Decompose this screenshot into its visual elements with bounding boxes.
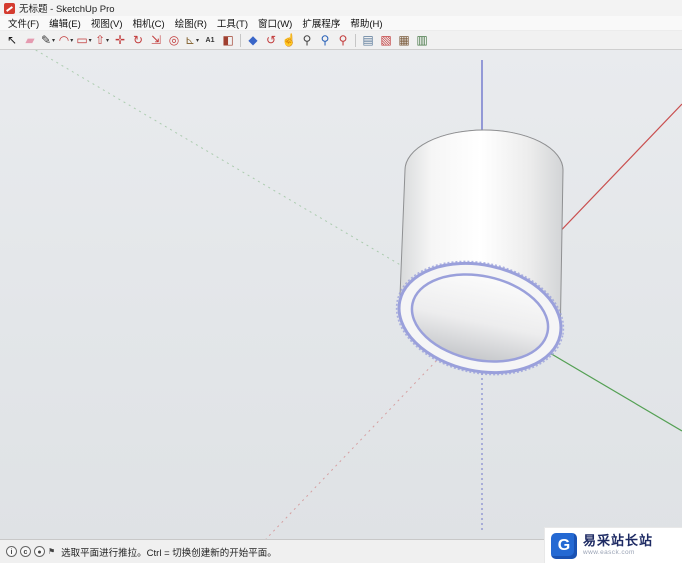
title-bar[interactable]: 无标题 - SketchUp Pro bbox=[0, 0, 682, 16]
dropdown-arrow-icon[interactable]: ▾ bbox=[89, 37, 92, 44]
move-tool[interactable]: ✛ bbox=[111, 32, 129, 49]
styles-tool[interactable]: ▥ bbox=[413, 32, 431, 49]
zoom-window-icon: ⚲ bbox=[320, 33, 330, 47]
menu-item-4[interactable]: 相机(C) bbox=[127, 15, 169, 31]
menu-item-6[interactable]: 工具(T) bbox=[212, 15, 253, 31]
paint-bucket-tool[interactable]: ◧ bbox=[219, 32, 237, 49]
pan-tool[interactable]: ☝ bbox=[280, 32, 298, 49]
navigation-tool[interactable]: ◆ bbox=[244, 32, 262, 49]
zoom-extents-icon: ⚲ bbox=[338, 33, 348, 47]
push-pull-icon: ⇧ bbox=[94, 33, 106, 47]
text-icon: A1 bbox=[205, 36, 215, 44]
rotate-tool[interactable]: ↻ bbox=[129, 32, 147, 49]
scale-tool[interactable]: ⇲ bbox=[147, 32, 165, 49]
dropdown-arrow-icon[interactable]: ▾ bbox=[70, 37, 73, 44]
paint-bucket-icon: ◧ bbox=[222, 33, 234, 47]
line-tool[interactable]: ✎ ▾ bbox=[39, 32, 57, 49]
pan-icon: ☝ bbox=[281, 33, 297, 47]
menu-item-2[interactable]: 编辑(E) bbox=[44, 15, 86, 31]
viewport-3d[interactable] bbox=[0, 50, 682, 539]
menu-item-7[interactable]: 窗口(W) bbox=[253, 15, 297, 31]
scale-icon: ⇲ bbox=[150, 33, 162, 47]
shapes-icon: ▭ bbox=[76, 33, 88, 47]
user-icon[interactable]: ● bbox=[34, 546, 45, 557]
watermark-text: 易采站长站 www.easck.com bbox=[583, 533, 654, 557]
toolbar-separator bbox=[355, 33, 356, 47]
rotate-icon: ↻ bbox=[132, 33, 144, 47]
zoom-icon: ⚲ bbox=[302, 33, 312, 47]
dropdown-arrow-icon[interactable]: ▾ bbox=[106, 37, 109, 44]
arc-icon: ◠ bbox=[58, 33, 70, 47]
status-message: 选取平面进行推拉。Ctrl = 切换创建新的开始平面。 bbox=[61, 547, 277, 559]
shapes-tool[interactable]: ▭ ▾ bbox=[75, 32, 93, 49]
materials-icon: ▦ bbox=[398, 33, 410, 47]
toolbar: ↖ ▰ ✎ ▾ ◠ ▾ ▭ ▾ ⇧ ▾ ✛ ↻ ⇲ ◎ ⊾ ▾ A1 ◧ ◆ ↺ ☝ ⚲ ⚲ ⚲ ▤ ▧ ▦ ▥ bbox=[0, 31, 682, 50]
offset-tool[interactable]: ◎ bbox=[165, 32, 183, 49]
eraser-tool[interactable]: ▰ bbox=[21, 32, 39, 49]
menu-item-5[interactable]: 绘图(R) bbox=[170, 15, 212, 31]
styles-icon: ▥ bbox=[416, 33, 428, 47]
sketchup-window: 无标题 - SketchUp Pro 文件(F) 编辑(E) 视图(V) 相机(C) 绘… bbox=[0, 0, 682, 563]
menu-item-1[interactable]: 文件(F) bbox=[3, 15, 44, 31]
dropdown-arrow-icon[interactable]: ▾ bbox=[52, 37, 55, 44]
line-icon: ✎ bbox=[40, 33, 52, 47]
section-plane-tool[interactable]: ▤ bbox=[359, 32, 377, 49]
easck-logo-icon: G bbox=[551, 532, 577, 559]
zoom-tool[interactable]: ⚲ bbox=[298, 32, 316, 49]
geolocation-icon[interactable]: ⚑ bbox=[48, 546, 55, 557]
eraser-icon: ▰ bbox=[25, 33, 35, 47]
tape-measure-icon: ⊾ bbox=[184, 33, 196, 47]
tape-measure-tool[interactable]: ⊾ ▾ bbox=[183, 32, 201, 49]
components-tool[interactable]: ▧ bbox=[377, 32, 395, 49]
credits-icon[interactable]: c bbox=[20, 546, 31, 557]
section-plane-icon: ▤ bbox=[362, 33, 374, 47]
move-icon: ✛ bbox=[114, 33, 126, 47]
toolbar-separator bbox=[240, 33, 241, 47]
materials-tool[interactable]: ▦ bbox=[395, 32, 413, 49]
dropdown-arrow-icon[interactable]: ▾ bbox=[196, 37, 199, 44]
model-canvas[interactable] bbox=[0, 50, 682, 539]
arc-tool[interactable]: ◠ ▾ bbox=[57, 32, 75, 49]
orbit-icon: ↺ bbox=[265, 33, 277, 47]
sketchup-logo-icon bbox=[4, 2, 15, 14]
cylinder-model[interactable] bbox=[386, 129, 574, 389]
watermark-title: 易采站长站 bbox=[583, 533, 654, 549]
menu-item-9[interactable]: 帮助(H) bbox=[345, 15, 387, 31]
select-tool[interactable]: ↖ bbox=[3, 32, 21, 49]
text-tool[interactable]: A1 bbox=[201, 32, 219, 49]
watermark-subtitle: www.easck.com bbox=[583, 549, 635, 557]
window-title: 无标题 - SketchUp Pro bbox=[19, 4, 115, 15]
menu-item-3[interactable]: 视图(V) bbox=[86, 15, 128, 31]
zoom-extents-tool[interactable]: ⚲ bbox=[334, 32, 352, 49]
status-icons: i c ● ⚑ bbox=[6, 546, 55, 557]
watermark-easck: G 易采站长站 www.easck.com bbox=[544, 527, 682, 563]
navigation-icon: ◆ bbox=[248, 33, 258, 47]
menu-item-8[interactable]: 扩展程序 bbox=[297, 15, 345, 31]
push-pull-tool[interactable]: ⇧ ▾ bbox=[93, 32, 111, 49]
menu-bar: 文件(F) 编辑(E) 视图(V) 相机(C) 绘图(R) 工具(T) 窗口(W) 扩展程序帮… bbox=[0, 16, 682, 31]
components-icon: ▧ bbox=[380, 33, 392, 47]
info-icon[interactable]: i bbox=[6, 546, 17, 557]
orbit-tool[interactable]: ↺ bbox=[262, 32, 280, 49]
select-icon: ↖ bbox=[6, 33, 18, 47]
zoom-window-tool[interactable]: ⚲ bbox=[316, 32, 334, 49]
offset-icon: ◎ bbox=[168, 33, 180, 47]
